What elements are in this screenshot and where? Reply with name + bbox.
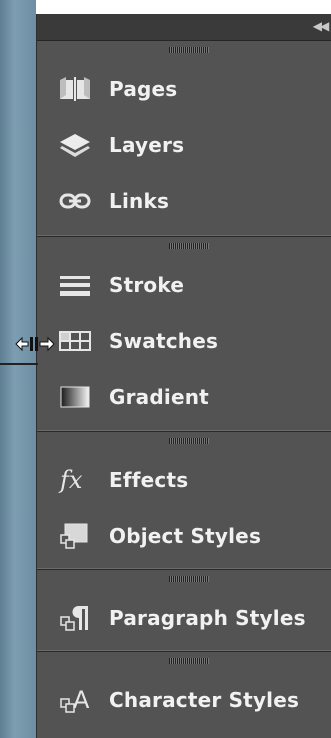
group-grip-handle[interactable]: [169, 438, 209, 444]
panel-group-2: Stroke Swatches Gradient: [37, 236, 331, 431]
layers-icon: [55, 130, 95, 160]
panel-item-label: Object Styles: [109, 524, 262, 548]
links-icon: [55, 186, 95, 216]
group-grip-handle[interactable]: [169, 243, 209, 249]
panel-item-links[interactable]: Links: [37, 175, 331, 227]
horizontal-resize-cursor-icon: [14, 335, 56, 353]
character-styles-icon: A: [55, 685, 95, 715]
panel-group-5: A Character Styles: [37, 651, 331, 738]
panel-item-label: Links: [109, 189, 170, 213]
canvas-edge: [0, 0, 36, 738]
panel-item-label: Effects: [109, 468, 189, 492]
panel-item-character-styles[interactable]: A Character Styles: [37, 674, 331, 726]
panel-item-swatches[interactable]: Swatches: [37, 315, 331, 367]
panel-group-1: Pages Layers Links: [37, 41, 331, 236]
panel-item-stroke[interactable]: Stroke: [37, 259, 331, 311]
swatches-icon: [55, 326, 95, 356]
effects-icon: fx: [55, 465, 95, 495]
collapsed-panel-dock: ◀◀ Pages Layers Links Stroke Swatches Gr…: [36, 14, 331, 738]
panel-item-paragraph-styles[interactable]: Paragraph Styles: [37, 592, 331, 644]
panel-item-label: Paragraph Styles: [109, 606, 306, 630]
panel-group-4: Paragraph Styles: [37, 569, 331, 651]
panel-item-label: Layers: [109, 133, 185, 157]
stroke-icon: [55, 270, 95, 300]
pages-icon: [55, 74, 95, 104]
panel-item-label: Swatches: [109, 329, 219, 353]
paragraph-styles-icon: [55, 603, 95, 633]
group-grip-handle[interactable]: [169, 47, 209, 53]
panel-item-label: Character Styles: [109, 688, 300, 712]
svg-text:A: A: [73, 686, 90, 714]
dock-title-bar[interactable]: ◀◀: [37, 14, 331, 41]
dock-resize-handle[interactable]: [0, 363, 38, 365]
panel-item-object-styles[interactable]: Object Styles: [37, 510, 331, 562]
svg-text:fx: fx: [58, 466, 83, 494]
panel-item-layers[interactable]: Layers: [37, 119, 331, 171]
double-chevron-right-icon[interactable]: ◀◀: [312, 18, 329, 34]
panel-item-pages[interactable]: Pages: [37, 63, 331, 115]
group-grip-handle[interactable]: [169, 576, 209, 582]
panel-item-effects[interactable]: fx Effects: [37, 454, 331, 506]
panel-item-label: Pages: [109, 77, 178, 101]
panel-item-label: Stroke: [109, 273, 185, 297]
panel-item-gradient[interactable]: Gradient: [37, 371, 331, 423]
group-grip-handle[interactable]: [169, 658, 209, 664]
object-styles-icon: [55, 521, 95, 551]
gradient-icon: [55, 382, 95, 412]
panel-item-label: Gradient: [109, 385, 209, 409]
panel-group-3: fx Effects Object Styles: [37, 431, 331, 569]
